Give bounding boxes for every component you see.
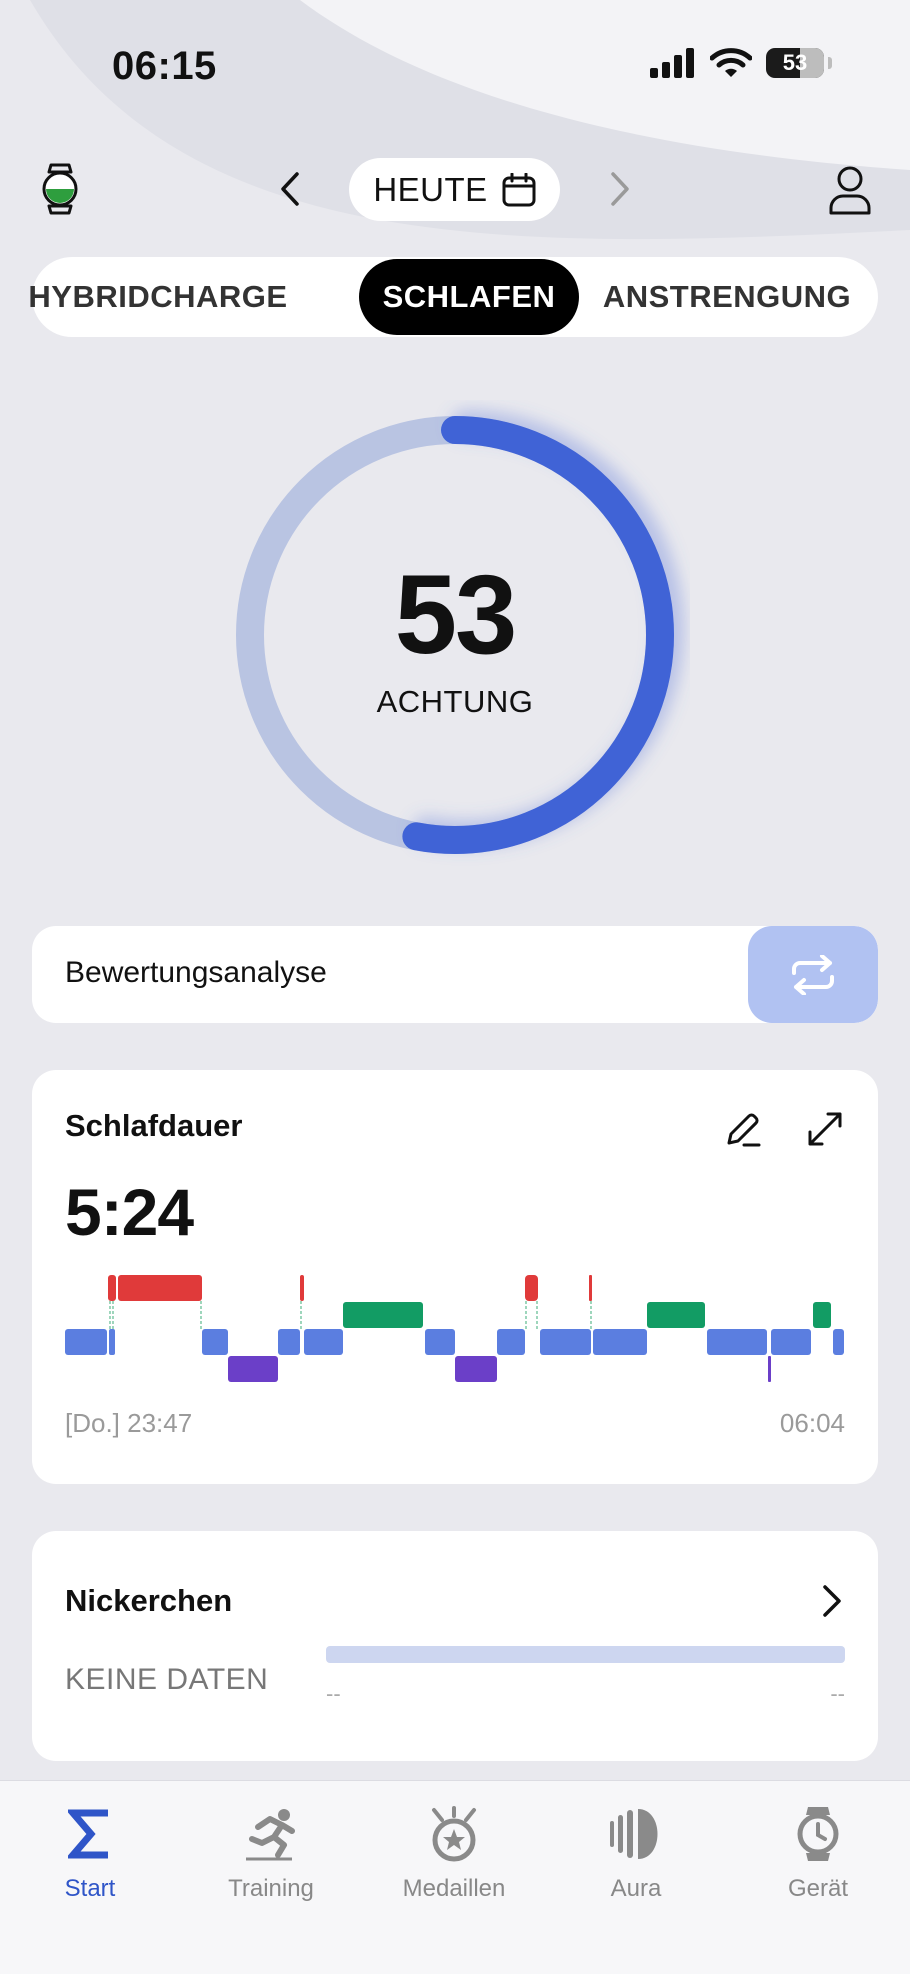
sleep-score-gauge: 53 ACHTUNG — [220, 400, 690, 870]
hypno-awake-segment — [589, 1275, 592, 1301]
tab-training[interactable]: Training — [191, 1801, 351, 1903]
hypno-awake-segment — [108, 1275, 116, 1301]
hypno-awake-segment — [525, 1275, 538, 1301]
hypno-light-segment — [202, 1329, 228, 1355]
battery-tip — [828, 57, 832, 69]
hypno-light-segment — [278, 1329, 300, 1355]
chevron-right-icon — [611, 172, 629, 206]
tab-start-label: Start — [64, 1875, 116, 1902]
nap-timeline-bar — [326, 1646, 845, 1663]
sleep-start-time: [Do.] 23:47 — [65, 1408, 193, 1438]
hypno-rem-segment — [647, 1302, 705, 1328]
tab-aura-label: Aura — [610, 1875, 662, 1902]
score-analysis-card[interactable]: Bewertungsanalyse — [32, 926, 878, 1023]
hypno-light-segment — [109, 1329, 115, 1355]
edit-sleep-button[interactable] — [720, 1106, 766, 1152]
hypno-light-segment — [497, 1329, 525, 1355]
nap-start-placeholder: -- — [326, 1681, 341, 1706]
tab-geraet-label: Gerät — [787, 1875, 849, 1902]
tab-aura[interactable]: Aura — [556, 1801, 716, 1903]
date-selector[interactable]: HEUTE — [349, 158, 560, 221]
battery-level: 53 — [782, 50, 808, 75]
watch-icon — [797, 1807, 839, 1861]
aura-icon — [610, 1809, 658, 1859]
status-bar: 06:15 53 — [0, 0, 910, 130]
hypno-deep-segment — [455, 1356, 497, 1382]
hypno-rem-segment — [343, 1302, 423, 1328]
medal-icon — [432, 1806, 476, 1862]
score-label: ACHTUNG — [376, 684, 534, 719]
metric-segmented-control: HYBRIDCHARGE SCHLAFEN ANSTRENGUNG — [28, 257, 878, 337]
nap-no-data: KEINE DATEN — [65, 1663, 269, 1696]
previous-day-button[interactable] — [270, 166, 310, 212]
battery-icon: 53 — [766, 48, 824, 78]
analysis-switch-button[interactable] — [748, 926, 878, 1023]
watch-battery-icon — [42, 163, 78, 215]
tab-schlafen[interactable]: SCHLAFEN — [359, 259, 579, 335]
chevron-left-icon — [281, 172, 299, 206]
bottom-tab-bar: Start Training Medaillen Aura Gerät — [0, 1780, 910, 1974]
running-icon — [246, 1809, 295, 1861]
hypno-light-segment — [65, 1329, 107, 1355]
nap-card-title: Nickerchen — [65, 1583, 233, 1618]
next-day-button[interactable] — [600, 166, 640, 212]
hypno-light-segment — [771, 1329, 811, 1355]
status-time: 06:15 — [112, 44, 217, 88]
hypno-rem-segment — [813, 1302, 831, 1328]
hypno-deep-segment — [228, 1356, 278, 1382]
nap-card[interactable]: Nickerchen KEINE DATEN -- -- — [32, 1531, 878, 1761]
tab-start[interactable]: Start — [10, 1801, 170, 1903]
hypno-light-segment — [593, 1329, 647, 1355]
sleep-hypnogram — [65, 1275, 844, 1382]
date-label: HEUTE — [373, 170, 488, 208]
tab-medaillen[interactable]: Medaillen — [374, 1801, 534, 1903]
tab-geraet[interactable]: Gerät — [738, 1801, 898, 1903]
sigma-icon — [68, 1809, 108, 1859]
tab-hybridcharge[interactable]: HYBRIDCHARGE — [28, 257, 287, 337]
hypno-light-segment — [707, 1329, 767, 1355]
expand-icon — [808, 1112, 842, 1146]
calendar-icon — [502, 172, 536, 206]
hypno-light-segment — [304, 1329, 343, 1355]
tab-medaillen-label: Medaillen — [402, 1875, 506, 1902]
tab-anstrengung[interactable]: ANSTRENGUNG — [594, 257, 860, 337]
hypno-awake-segment — [300, 1275, 304, 1301]
expand-button[interactable] — [802, 1106, 848, 1152]
analysis-label: Bewertungsanalyse — [65, 956, 327, 989]
status-icons: 53 — [650, 48, 832, 78]
profile-button[interactable] — [820, 160, 880, 220]
cellular-signal-icon — [650, 48, 694, 78]
watch-battery-button[interactable] — [36, 160, 84, 218]
chevron-right-icon — [823, 1585, 841, 1617]
swap-arrows-icon — [792, 954, 834, 995]
sleep-end-time: 06:04 — [779, 1408, 845, 1438]
nap-end-placeholder: -- — [830, 1681, 845, 1706]
top-navigation: HEUTE — [0, 150, 910, 230]
pencil-icon — [727, 1113, 761, 1147]
nap-details-button[interactable] — [812, 1581, 852, 1621]
sleep-card-title: Schlafdauer — [65, 1108, 243, 1143]
tab-training-label: Training — [228, 1875, 314, 1902]
score-value: 53 — [394, 552, 518, 677]
hypno-deep-segment — [768, 1356, 771, 1382]
hypno-light-segment — [540, 1329, 591, 1355]
sleep-duration-value: 5:24 — [65, 1175, 194, 1249]
hypno-awake-segment — [118, 1275, 202, 1301]
user-icon — [829, 166, 871, 215]
hypno-light-segment — [425, 1329, 455, 1355]
wifi-icon — [710, 48, 752, 77]
sleep-duration-card[interactable]: Schlafdauer 5:24 [Do.] 23:47 06:04 — [32, 1070, 878, 1484]
hypno-light-segment — [833, 1329, 844, 1355]
